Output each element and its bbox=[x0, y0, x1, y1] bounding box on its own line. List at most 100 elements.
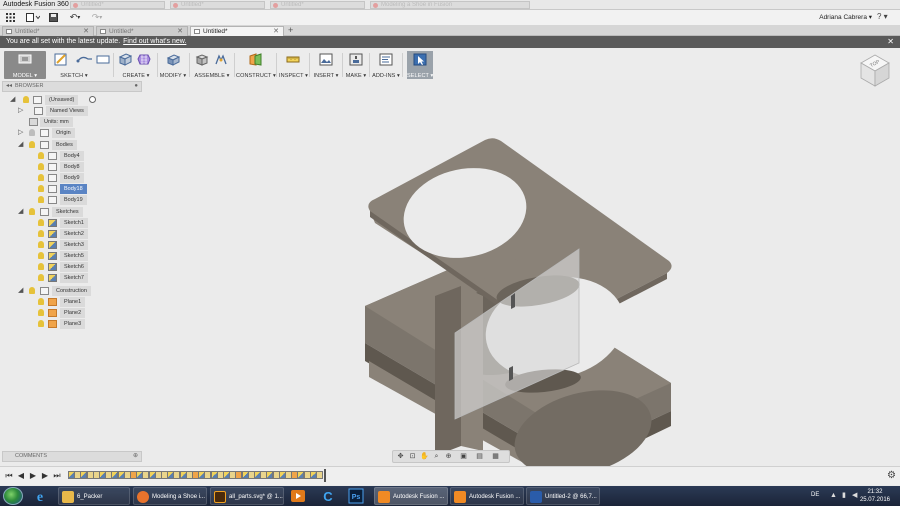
orbit-icon[interactable]: ✥ bbox=[396, 453, 405, 461]
taskbar-item[interactable]: all_parts.svg* @ 1... bbox=[210, 487, 284, 505]
inspect-menu[interactable]: INSPECT ▾ bbox=[279, 51, 308, 79]
browser-plane-item[interactable]: Plane2 bbox=[36, 308, 116, 318]
browser-sketch-item[interactable]: Sketch5 bbox=[36, 251, 116, 261]
app-grid-icon[interactable] bbox=[4, 12, 16, 23]
visibility-bulb-icon[interactable] bbox=[29, 287, 35, 294]
taskbar-item[interactable]: 6_Packer bbox=[58, 487, 130, 505]
pan-hand-icon[interactable]: ✋ bbox=[420, 453, 429, 461]
background-tab[interactable]: Modeling a Shoe in Fusion bbox=[370, 1, 530, 9]
step-back-icon[interactable]: ◀ bbox=[17, 471, 25, 480]
doc-tab-active[interactable]: Untitled* ✕ bbox=[190, 26, 284, 36]
close-tab-icon[interactable]: ✕ bbox=[273, 27, 279, 36]
go-to-end-icon[interactable]: ⏭ bbox=[53, 471, 61, 480]
play-icon[interactable]: ▶ bbox=[29, 471, 37, 480]
sketch-menu[interactable]: SKETCH ▾ bbox=[50, 51, 98, 79]
grid-snap-icon[interactable]: ▤ bbox=[475, 453, 484, 461]
modify-menu[interactable]: MODIFY ▾ bbox=[159, 51, 187, 79]
media-player-icon[interactable] bbox=[290, 488, 306, 504]
browser-construction[interactable]: ◢ Construction bbox=[18, 286, 118, 296]
pin-icon[interactable]: ● bbox=[134, 82, 138, 91]
volume-icon[interactable]: ◀ bbox=[852, 492, 859, 499]
doc-tab[interactable]: Untitled* ✕ bbox=[96, 26, 188, 36]
visibility-bulb-icon[interactable] bbox=[38, 152, 44, 159]
browser-sketches[interactable]: ◢ Sketches bbox=[18, 207, 118, 217]
photoshop-icon[interactable]: Ps bbox=[348, 488, 364, 504]
make-menu[interactable]: MAKE ▾ bbox=[344, 51, 368, 79]
visibility-bulb-icon[interactable] bbox=[38, 219, 44, 226]
system-clock[interactable]: 21:32 25.07.2016 bbox=[860, 488, 890, 504]
visibility-bulb-icon[interactable] bbox=[38, 174, 44, 181]
visibility-bulb-icon[interactable] bbox=[29, 141, 35, 148]
browser-body-item[interactable]: Body19 bbox=[36, 195, 116, 205]
browser-body-item-selected[interactable]: Body18 bbox=[36, 184, 116, 194]
zoom-icon[interactable]: ⌕ bbox=[432, 453, 441, 461]
visibility-bulb-icon[interactable] bbox=[38, 309, 44, 316]
go-to-start-icon[interactable]: ⏮ bbox=[5, 471, 13, 480]
browser-sketch-item[interactable]: Sketch1 bbox=[36, 218, 116, 228]
visibility-bulb-icon[interactable] bbox=[29, 129, 35, 136]
construct-menu[interactable]: CONSTRUCT ▾ bbox=[236, 51, 276, 79]
visibility-bulb-icon[interactable] bbox=[38, 163, 44, 170]
save-icon[interactable] bbox=[48, 12, 58, 23]
addins-menu[interactable]: ADD-INS ▾ bbox=[372, 51, 400, 79]
display-settings-icon[interactable]: ▣ bbox=[459, 453, 468, 461]
browser-sketch-item[interactable]: Sketch7 bbox=[36, 273, 116, 283]
collapse-arrow-icon[interactable]: ◢ bbox=[18, 141, 26, 149]
close-tab-icon[interactable]: ✕ bbox=[177, 27, 183, 36]
insert-menu[interactable]: INSERT ▾ bbox=[311, 51, 341, 79]
network-icon[interactable]: ▮ bbox=[842, 492, 849, 499]
timeline-extrude-feature-icon[interactable] bbox=[316, 471, 323, 479]
language-indicator[interactable]: DE bbox=[811, 492, 819, 498]
fit-icon[interactable]: ⊕ bbox=[444, 453, 453, 461]
user-menu[interactable]: Adriana Cabrera ▾ bbox=[819, 12, 872, 23]
select-menu[interactable]: SELECT ▾ bbox=[407, 51, 433, 79]
collapse-arrow-icon[interactable]: ◢ bbox=[10, 96, 18, 104]
start-button[interactable] bbox=[3, 487, 23, 505]
browser-body-item[interactable]: Body8 bbox=[36, 162, 116, 172]
comments-panel[interactable]: COMMENTS ⊕ bbox=[2, 451, 142, 462]
viewports-icon[interactable]: ▦ bbox=[491, 453, 500, 461]
background-tab[interactable]: Untitled* bbox=[70, 1, 165, 9]
look-at-icon[interactable]: ⊡ bbox=[408, 453, 417, 461]
browser-sketch-item[interactable]: Sketch2 bbox=[36, 229, 116, 239]
help-menu[interactable]: ? ▾ bbox=[877, 12, 893, 23]
browser-body-item[interactable]: Body4 bbox=[36, 151, 116, 161]
new-tab-icon[interactable]: + bbox=[288, 26, 293, 35]
collapse-arrow-icon[interactable]: ◢ bbox=[18, 208, 26, 216]
visibility-bulb-icon[interactable] bbox=[38, 298, 44, 305]
activate-radio-icon[interactable] bbox=[89, 96, 96, 103]
visibility-bulb-icon[interactable] bbox=[38, 230, 44, 237]
workspace-switcher[interactable]: MODEL ▾ bbox=[4, 51, 46, 79]
browser-units[interactable]: Units: mm bbox=[18, 117, 118, 127]
tray-expand-icon[interactable]: ▲ bbox=[830, 492, 837, 499]
browser-origin[interactable]: ▷ Origin bbox=[18, 128, 118, 138]
taskbar-item[interactable]: Untitled-2 @ 66,7... bbox=[526, 487, 600, 505]
visibility-bulb-icon[interactable] bbox=[38, 185, 44, 192]
expand-arrow-icon[interactable]: ▷ bbox=[18, 107, 26, 115]
visibility-bulb-icon[interactable] bbox=[29, 208, 35, 215]
timeline-marker[interactable] bbox=[324, 469, 327, 482]
background-tab[interactable]: Untitled* bbox=[270, 1, 365, 9]
timeline-settings-gear-icon[interactable]: ⚙ bbox=[887, 470, 896, 481]
collapse-arrow-icon[interactable]: ◢ bbox=[18, 287, 26, 295]
browser-plane-item[interactable]: Plane1 bbox=[36, 297, 116, 307]
close-notification-icon[interactable]: ✕ bbox=[887, 36, 894, 48]
visibility-bulb-icon[interactable] bbox=[38, 274, 44, 281]
redo-icon[interactable]: ↷ ▾ bbox=[88, 12, 106, 23]
browser-root[interactable]: ◢ (Unsaved) bbox=[10, 95, 110, 105]
visibility-bulb-icon[interactable] bbox=[38, 263, 44, 270]
create-menu[interactable]: CREATE ▾ bbox=[116, 51, 156, 79]
browser-named-views[interactable]: ▷ Named Views bbox=[18, 106, 118, 116]
visibility-bulb-icon[interactable] bbox=[23, 96, 29, 103]
expand-comments-icon[interactable]: ⊕ bbox=[133, 452, 138, 461]
browser-sketch-item[interactable]: Sketch3 bbox=[36, 240, 116, 250]
visibility-bulb-icon[interactable] bbox=[38, 320, 44, 327]
canvas-viewport[interactable] bbox=[143, 81, 900, 486]
close-tab-icon[interactable]: ✕ bbox=[83, 27, 89, 36]
assemble-menu[interactable]: ASSEMBLE ▾ bbox=[192, 51, 232, 79]
whats-new-link[interactable]: Find out what's new. bbox=[123, 38, 186, 45]
browser-body-item[interactable]: Body9 bbox=[36, 173, 116, 183]
expand-arrow-icon[interactable]: ▷ bbox=[18, 129, 26, 137]
collapse-panel-icon[interactable]: ◂◂ bbox=[6, 82, 12, 91]
visibility-bulb-icon[interactable] bbox=[38, 241, 44, 248]
